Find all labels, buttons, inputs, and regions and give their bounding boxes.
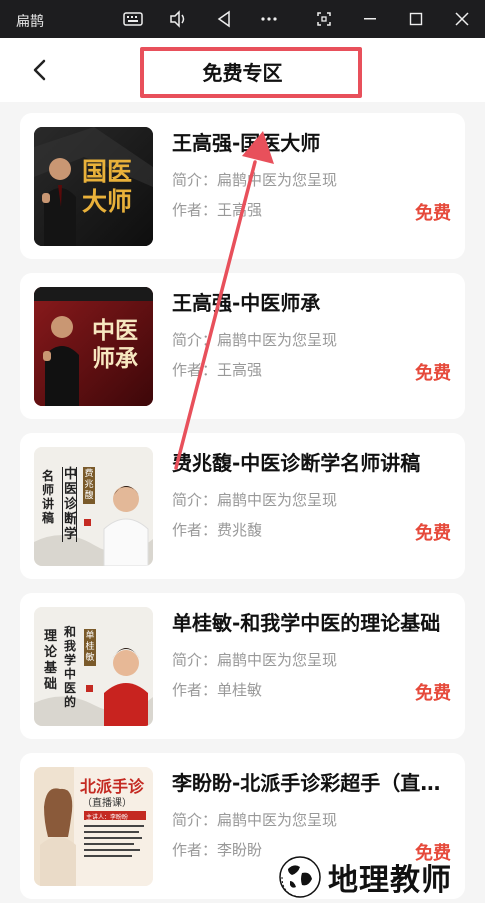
course-title: 王高强-国医大师 (172, 131, 321, 155)
course-intro: 简介：扁鹊中医为您呈现 (172, 491, 338, 509)
screenshot-icon[interactable] (311, 6, 337, 32)
course-title: 单桂敏-和我学中医的理论基础 (172, 611, 441, 635)
course-thumbnail: 国医大师 (34, 127, 153, 246)
annotation-highlight-box (140, 47, 362, 98)
thumb-text: 主讲人：李盼盼 (86, 814, 129, 821)
course-intro: 简介：扁鹊中医为您呈现 (172, 171, 338, 189)
course-thumbnail: 中医师承 (34, 287, 153, 406)
course-intro: 简介：扁鹊中医为您呈现 (172, 331, 338, 349)
thumb-text: 和我学中医的 (64, 625, 77, 709)
course-author: 作者：李盼盼 (172, 841, 263, 859)
course-card[interactable]: 名师讲稿 中医诊断学 费兆馥 费兆馥-中医诊断学名师讲稿 简介：扁鹊中医为您呈现… (20, 433, 465, 579)
app-title: 扁鹊 (16, 14, 44, 30)
thumb-text: 中医师承 (92, 317, 138, 372)
keyboard-icon[interactable] (120, 6, 146, 32)
minimize-icon[interactable] (357, 6, 383, 32)
course-author: 作者：王高强 (172, 361, 263, 379)
course-title: 费兆馥-中医诊断学名师讲稿 (172, 451, 421, 475)
course-thumbnail: 理论基础 和我学中医的 单桂敏 (34, 607, 153, 726)
thumb-text: 单桂敏 (84, 629, 96, 666)
course-card[interactable]: 中医师承 王高强-中医师承 简介：扁鹊中医为您呈现 作者：王高强 免费 (20, 273, 465, 419)
course-intro: 简介：扁鹊中医为您呈现 (172, 811, 338, 829)
thumb-text: 国医大师 (82, 157, 133, 216)
thumb-text: 费兆馥 (83, 467, 95, 504)
thumb-text: 中医诊断学 (62, 467, 78, 542)
more-icon[interactable] (256, 6, 282, 32)
thumb-text: （直播课） (82, 798, 132, 809)
course-card[interactable]: 国医大师 王高强-国医大师 简介：扁鹊中医为您呈现 作者：王高强 免费 (20, 113, 465, 259)
watermark: 地理教师 (278, 854, 452, 900)
volume-icon[interactable] (165, 6, 191, 32)
close-icon[interactable] (449, 6, 475, 32)
globe-logo-icon (279, 856, 321, 898)
course-thumbnail: 名师讲稿 中医诊断学 费兆馥 (34, 447, 153, 566)
window-titlebar: 扁鹊 (0, 0, 485, 38)
maximize-icon[interactable] (403, 6, 429, 32)
back-triangle-icon[interactable] (211, 6, 237, 32)
page-header: 免费专区 (0, 38, 485, 102)
course-author: 作者：费兆馥 (172, 521, 263, 539)
course-author: 作者：王高强 (172, 201, 263, 219)
price-badge: 免费 (415, 203, 451, 224)
thumb-text: 理论基础 (44, 629, 58, 692)
price-badge: 免费 (415, 363, 451, 384)
price-badge: 免费 (415, 523, 451, 544)
course-thumbnail: 北派手诊 （直播课） 主讲人：李盼盼 (34, 767, 153, 886)
course-title: 王高强-中医师承 (172, 291, 321, 315)
price-badge: 免费 (415, 683, 451, 704)
watermark-text: 地理教师 (328, 863, 452, 898)
course-card[interactable]: 理论基础 和我学中医的 单桂敏 单桂敏-和我学中医的理论基础 简介：扁鹊中医为您… (20, 593, 465, 739)
thumb-text: 名师讲稿 (42, 469, 55, 525)
course-author: 作者：单桂敏 (172, 681, 263, 699)
course-title: 李盼盼-北派手诊彩超手（直播课） (172, 771, 452, 795)
course-intro: 简介：扁鹊中医为您呈现 (172, 651, 338, 669)
